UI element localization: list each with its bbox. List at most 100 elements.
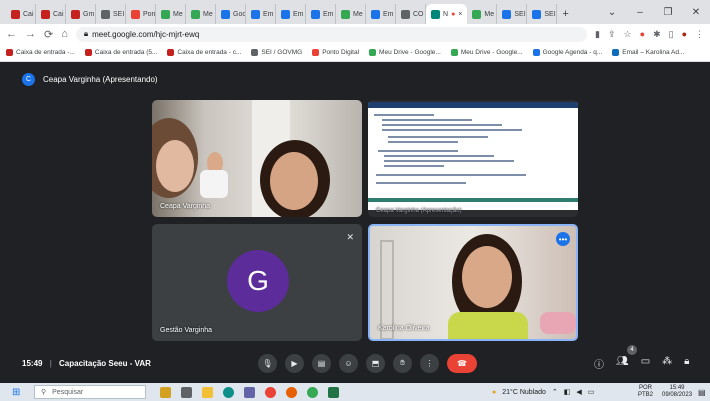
minimize-icon[interactable]: –	[626, 7, 654, 18]
chevron-down-icon[interactable]: ⌄	[598, 7, 626, 18]
bookmark-label: Caixa de entrada - c...	[177, 49, 242, 56]
host-controls-icon[interactable]: 🔒︎	[684, 356, 689, 371]
present-button[interactable]: ⬒	[366, 353, 385, 373]
url-field[interactable]: 🔒︎ meet.google.com/hjc-mjrt-ewq	[75, 26, 588, 42]
battery-icon[interactable]: ▭	[588, 388, 595, 396]
restore-icon[interactable]: ❐	[654, 7, 682, 18]
notification-icon[interactable]: ▤	[698, 388, 706, 397]
mic-button[interactable]: 🎙︎	[258, 353, 277, 373]
browser-tab[interactable]: Em	[276, 4, 306, 24]
participant-avatar: G	[227, 250, 289, 312]
raise-hand-button[interactable]: ✋︎	[393, 353, 412, 373]
browser-tab[interactable]: Em	[306, 4, 336, 24]
code-line	[388, 141, 458, 143]
bookmark-item[interactable]: Caixa de entrada - c...	[167, 49, 241, 56]
bookmark-item[interactable]: SEI / GOVMG	[251, 49, 302, 56]
system-clock[interactable]: 15:49 09/08/2023	[662, 385, 692, 399]
menu-icon[interactable]: ⋮	[695, 29, 704, 40]
info-icon[interactable]: ⓘ	[594, 356, 604, 371]
star-icon[interactable]: ☆	[624, 29, 632, 40]
browser-tab[interactable]: Pon	[126, 4, 156, 24]
tab-label: Me	[203, 10, 213, 18]
teams-icon[interactable]	[244, 386, 255, 398]
taskbar-search[interactable]: ⚲ Pesquisar	[34, 385, 146, 399]
tab-label: Cai	[53, 10, 64, 18]
bookmark-item[interactable]: Caixa de entrada (5...	[84, 49, 157, 56]
windows-start-icon[interactable]: ⊞	[12, 387, 20, 398]
chrome-alt-icon[interactable]	[307, 386, 318, 398]
back-icon[interactable]: ←	[6, 28, 17, 40]
browser-tab[interactable]: Me	[156, 4, 186, 24]
more-options-icon[interactable]: •••	[556, 232, 570, 246]
gmail-icon	[84, 49, 92, 56]
file-explorer-icon[interactable]	[202, 386, 213, 398]
more-button[interactable]: ⋮	[420, 353, 439, 373]
bookmark-label: Email – Karolina Ad...	[622, 49, 685, 56]
weather-text[interactable]: 21°C Nublado	[502, 389, 546, 396]
tray-overflow-icon[interactable]: ⌃	[552, 388, 558, 396]
browser-tab[interactable]: Cai	[36, 4, 66, 24]
extension-icon[interactable]: ●	[640, 29, 645, 39]
browser-tab[interactable]: SEI	[96, 4, 126, 24]
leave-call-button[interactable]: ☎	[447, 353, 477, 373]
sidepanel-icon[interactable]: ▯	[669, 29, 674, 40]
browser-tab[interactable]: Me	[336, 4, 366, 24]
bookmark-label: Ponto Digital	[322, 49, 360, 56]
browser-tab[interactable]: Cai	[6, 4, 36, 24]
browser-tab[interactable]: Gm	[66, 4, 96, 24]
edge-icon[interactable]	[223, 386, 234, 398]
camera-button[interactable]: ▶	[285, 353, 304, 373]
bookmark-item[interactable]: Google Agenda - q...	[532, 49, 603, 56]
presentation-tile[interactable]: Ceapa Varginha (Apresentação)	[368, 100, 578, 217]
participant-tile-karolina[interactable]: ••• Karolina Oliveira	[368, 224, 578, 341]
call-controls: 🎙︎ ▶ ▤ ☺ ⬒ ✋︎ ⋮ ☎	[258, 353, 477, 373]
browser-tab[interactable]: Me	[186, 4, 216, 24]
share-icon[interactable]: ⇪	[608, 29, 616, 40]
people-icon[interactable]: 👥︎	[616, 356, 629, 371]
bookmark-item[interactable]: Caixa de entrada -...	[6, 49, 75, 56]
bookmark-label: Meu Drive - Google...	[379, 49, 441, 56]
volume-icon[interactable]: ◀	[576, 388, 581, 396]
bookmark-item[interactable]: Ponto Digital	[312, 49, 359, 56]
browser-tab[interactable]: Me	[467, 4, 498, 24]
firefox-icon[interactable]	[286, 386, 297, 398]
bookmark-label: Google Agenda - q...	[542, 49, 603, 56]
tab-favicon-icon	[532, 9, 542, 19]
browser-tab[interactable]: Em	[366, 4, 396, 24]
language-indicator[interactable]: POR PTB2	[638, 385, 653, 399]
close-icon[interactable]: ✕	[682, 7, 710, 18]
tab-label: Em	[263, 10, 274, 18]
keyboard-layout: PTB2	[638, 392, 654, 398]
emoji-button[interactable]: ☺	[339, 353, 358, 373]
hang-up-icon: ☎	[457, 358, 467, 368]
participant-tile-gestao[interactable]: ✕ G Gestão Varginha	[152, 224, 362, 341]
forward-icon[interactable]: →	[25, 28, 36, 40]
chrome-icon[interactable]	[265, 386, 276, 398]
activities-icon[interactable]: ⁂	[662, 356, 672, 371]
bookmark-item[interactable]: Meu Drive - Google...	[369, 49, 441, 56]
network-icon[interactable]: ◧	[564, 388, 571, 396]
browser-tab[interactable]: SEI	[527, 4, 558, 24]
widgets-icon[interactable]	[181, 386, 192, 398]
tab-label: Me	[173, 10, 183, 18]
new-tab-button[interactable]: +	[557, 4, 573, 24]
browser-tab[interactable]: CO	[396, 4, 426, 24]
captions-button[interactable]: ▤	[312, 353, 331, 373]
profile-icon[interactable]: ●	[682, 29, 687, 39]
chat-icon[interactable]: ▭	[641, 356, 650, 371]
participant-tile-ceapa[interactable]: Ceapa Varginha	[152, 100, 362, 217]
browser-tab[interactable]: Em	[246, 4, 276, 24]
close-tab-icon[interactable]: ×	[458, 11, 462, 18]
home-icon[interactable]: ⌂	[61, 28, 68, 40]
bookmark-item[interactable]: Meu Drive - Google...	[450, 49, 523, 56]
bookmark-item[interactable]: Email – Karolina Ad...	[612, 49, 684, 56]
puzzle-icon[interactable]: ✱	[653, 29, 661, 40]
browser-tab[interactable]: Goc	[216, 4, 246, 24]
browser-tab[interactable]: SEI	[497, 4, 528, 24]
excel-icon[interactable]	[328, 386, 339, 398]
browser-tab[interactable]: N ● ×	[426, 4, 468, 24]
reload-icon[interactable]: ⟳	[44, 28, 53, 41]
taskview-app-icon[interactable]	[160, 386, 171, 398]
tab-favicon-icon	[221, 9, 230, 19]
camera-icon[interactable]: ▮	[595, 29, 600, 40]
